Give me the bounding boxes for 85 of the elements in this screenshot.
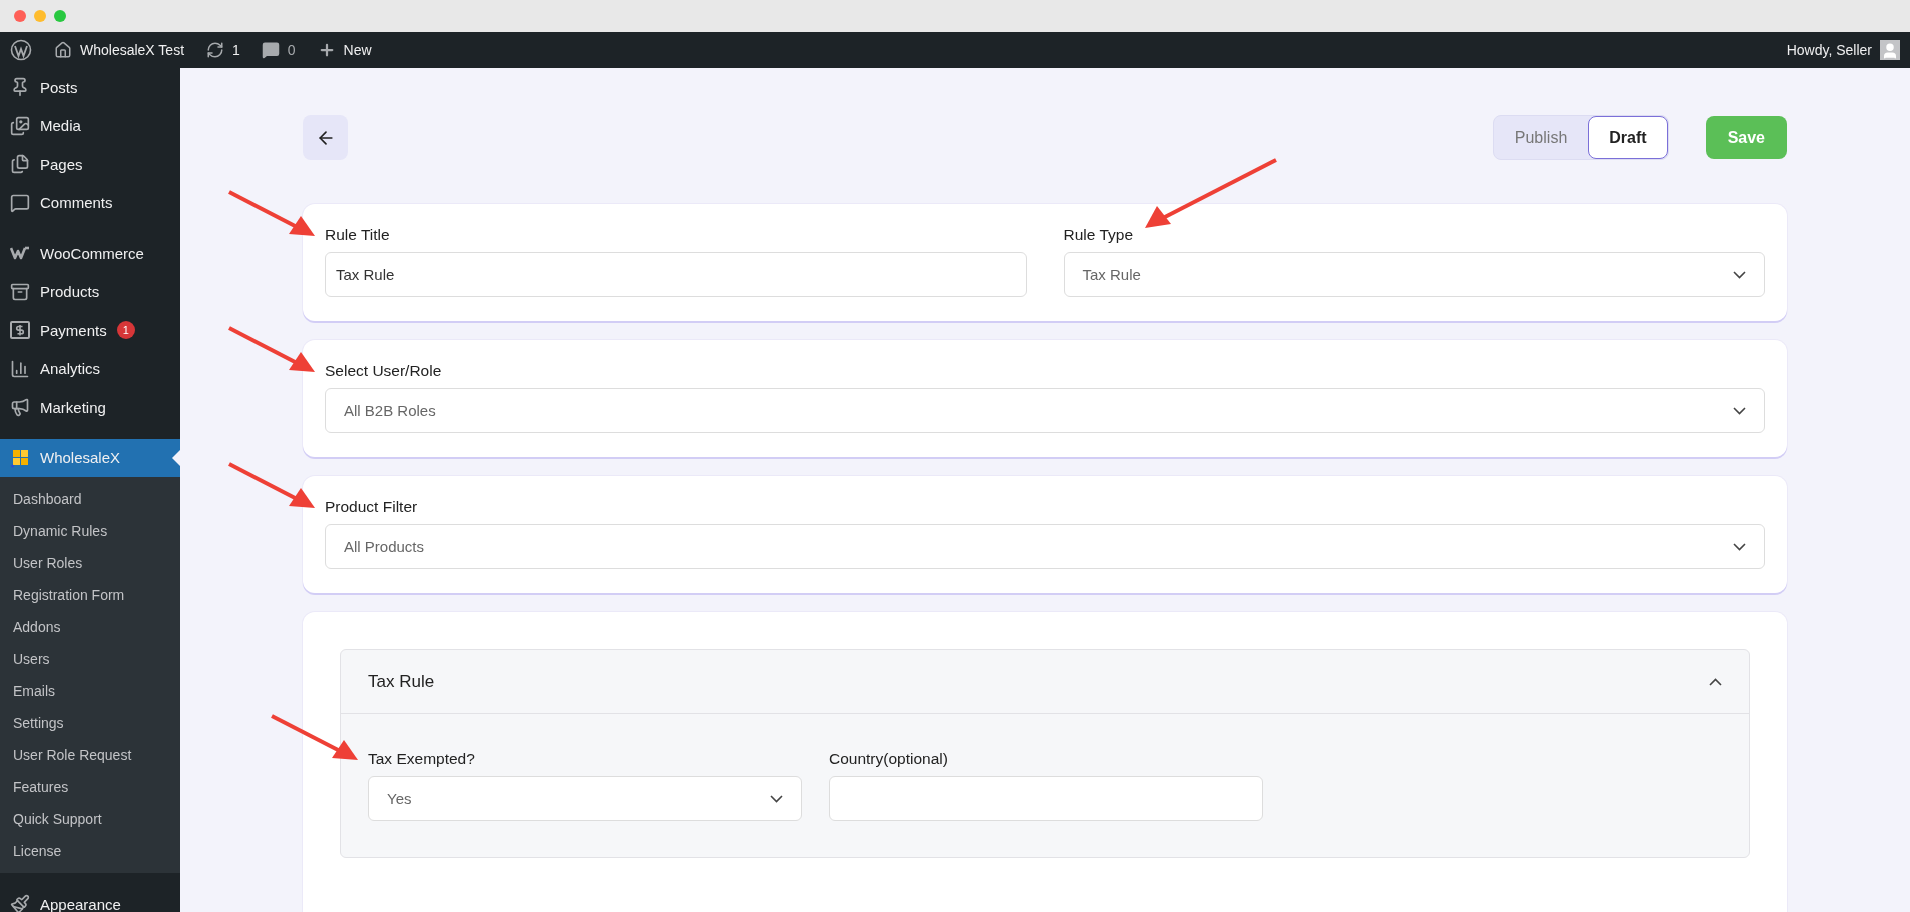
w-logo-icon bbox=[10, 246, 30, 261]
grid-logo-icon bbox=[10, 447, 30, 468]
menu-label: Pages bbox=[40, 155, 83, 173]
menu-label: Media bbox=[40, 117, 81, 135]
bar-chart-icon bbox=[10, 358, 30, 379]
megaphone-icon bbox=[10, 397, 30, 418]
submenu-item[interactable]: Emails bbox=[0, 675, 180, 707]
menu-item[interactable]: Products bbox=[0, 272, 180, 311]
text-field[interactable] bbox=[829, 776, 1263, 821]
menu-label: Analytics bbox=[40, 360, 101, 378]
field-label: Select User/Role bbox=[325, 362, 442, 380]
accordion-header[interactable]: Tax Rule bbox=[341, 650, 1749, 714]
new-link[interactable]: New bbox=[317, 41, 372, 59]
menu-item[interactable]: Marketing bbox=[0, 388, 180, 427]
submenu-item[interactable]: Settings bbox=[0, 707, 180, 739]
menu-item[interactable]: Posts bbox=[0, 68, 180, 107]
menu-item[interactable]: WholesaleX bbox=[0, 438, 180, 477]
menu-item[interactable]: Comments bbox=[0, 183, 180, 222]
field-label: Country(optional) bbox=[829, 750, 948, 768]
submenu-item[interactable]: Registration Form bbox=[0, 579, 180, 611]
menu-label: Marketing bbox=[40, 398, 106, 416]
images-icon bbox=[10, 115, 30, 136]
submenu-item[interactable]: Dynamic Rules bbox=[0, 515, 180, 547]
menu-label: Posts bbox=[40, 78, 78, 96]
submenu-item[interactable]: Addons bbox=[0, 611, 180, 643]
chevron-down-icon bbox=[1733, 270, 1746, 279]
dollar-card-icon bbox=[10, 321, 30, 340]
submenu-item[interactable]: User Roles bbox=[0, 547, 180, 579]
select-field[interactable]: All B2B Roles bbox=[325, 388, 1765, 433]
menu-label: WooCommerce bbox=[40, 244, 144, 262]
submenu-item[interactable]: Dashboard bbox=[0, 483, 180, 515]
menu-item[interactable]: Analytics bbox=[0, 349, 180, 388]
select-field[interactable]: Yes bbox=[368, 776, 802, 821]
menu-item[interactable]: Appearance bbox=[0, 885, 180, 912]
back-button[interactable] bbox=[303, 115, 348, 160]
submenu-item[interactable]: Users bbox=[0, 643, 180, 675]
field-label: Rule Type bbox=[1063, 226, 1133, 244]
wordpress-logo-icon[interactable] bbox=[10, 39, 32, 61]
pages-icon bbox=[10, 154, 30, 175]
select-field[interactable]: All Products bbox=[325, 524, 1765, 569]
avatar-icon bbox=[1880, 40, 1900, 60]
new-label: New bbox=[343, 42, 372, 58]
field-label: Rule Title bbox=[325, 226, 390, 244]
menu-label: Products bbox=[40, 283, 100, 301]
submenu-item[interactable]: License bbox=[0, 835, 180, 867]
site-name-link[interactable]: WholesaleX Test bbox=[54, 41, 184, 59]
home-icon bbox=[54, 41, 72, 59]
chevron-down-icon bbox=[1733, 406, 1746, 415]
submenu-item[interactable]: Quick Support bbox=[0, 803, 180, 835]
select-field[interactable]: Tax Rule bbox=[1063, 252, 1765, 297]
refresh-icon bbox=[206, 41, 224, 59]
menu-item[interactable]: Media bbox=[0, 106, 180, 145]
minimize-dot[interactable] bbox=[34, 10, 46, 22]
close-dot[interactable] bbox=[14, 10, 26, 22]
menu-item[interactable]: Payments 1 bbox=[0, 311, 180, 350]
menu-item[interactable]: Pages bbox=[0, 145, 180, 184]
status-option[interactable]: Draft bbox=[1588, 116, 1668, 159]
maximize-dot[interactable] bbox=[54, 10, 66, 22]
archive-icon bbox=[10, 281, 30, 302]
site-name: WholesaleX Test bbox=[80, 42, 184, 58]
account-link[interactable]: Howdy, Seller bbox=[1786, 40, 1900, 60]
field-label: Tax Exempted? bbox=[368, 750, 475, 768]
paintbrush-icon bbox=[10, 894, 30, 912]
chevron-down-icon bbox=[1733, 542, 1746, 551]
comments-count: 0 bbox=[287, 42, 296, 58]
menu-label: Appearance bbox=[40, 895, 121, 912]
submenu-item[interactable]: User Role Request bbox=[0, 739, 180, 771]
comment-icon bbox=[261, 41, 280, 59]
count-badge: 1 bbox=[116, 321, 135, 340]
submenu-item[interactable]: Features bbox=[0, 771, 180, 803]
text-field[interactable]: Tax Rule bbox=[325, 252, 1027, 297]
menu-item[interactable]: WooCommerce bbox=[0, 234, 180, 273]
field-label: Product Filter bbox=[325, 498, 418, 516]
comment-icon bbox=[10, 192, 30, 213]
chevron-down-icon bbox=[770, 794, 783, 803]
accordion-title: Tax Rule bbox=[368, 671, 435, 692]
comments-link[interactable]: 0 bbox=[261, 41, 296, 59]
greeting: Howdy, Seller bbox=[1786, 42, 1872, 58]
pin-icon bbox=[10, 77, 30, 98]
menu-label: Payments bbox=[40, 321, 107, 339]
status-option[interactable]: Publish bbox=[1493, 116, 1589, 159]
updates-count: 1 bbox=[232, 42, 240, 58]
menu-label: Comments bbox=[40, 194, 113, 212]
updates-link[interactable]: 1 bbox=[206, 41, 240, 59]
menu-label: WholesaleX bbox=[40, 449, 121, 467]
